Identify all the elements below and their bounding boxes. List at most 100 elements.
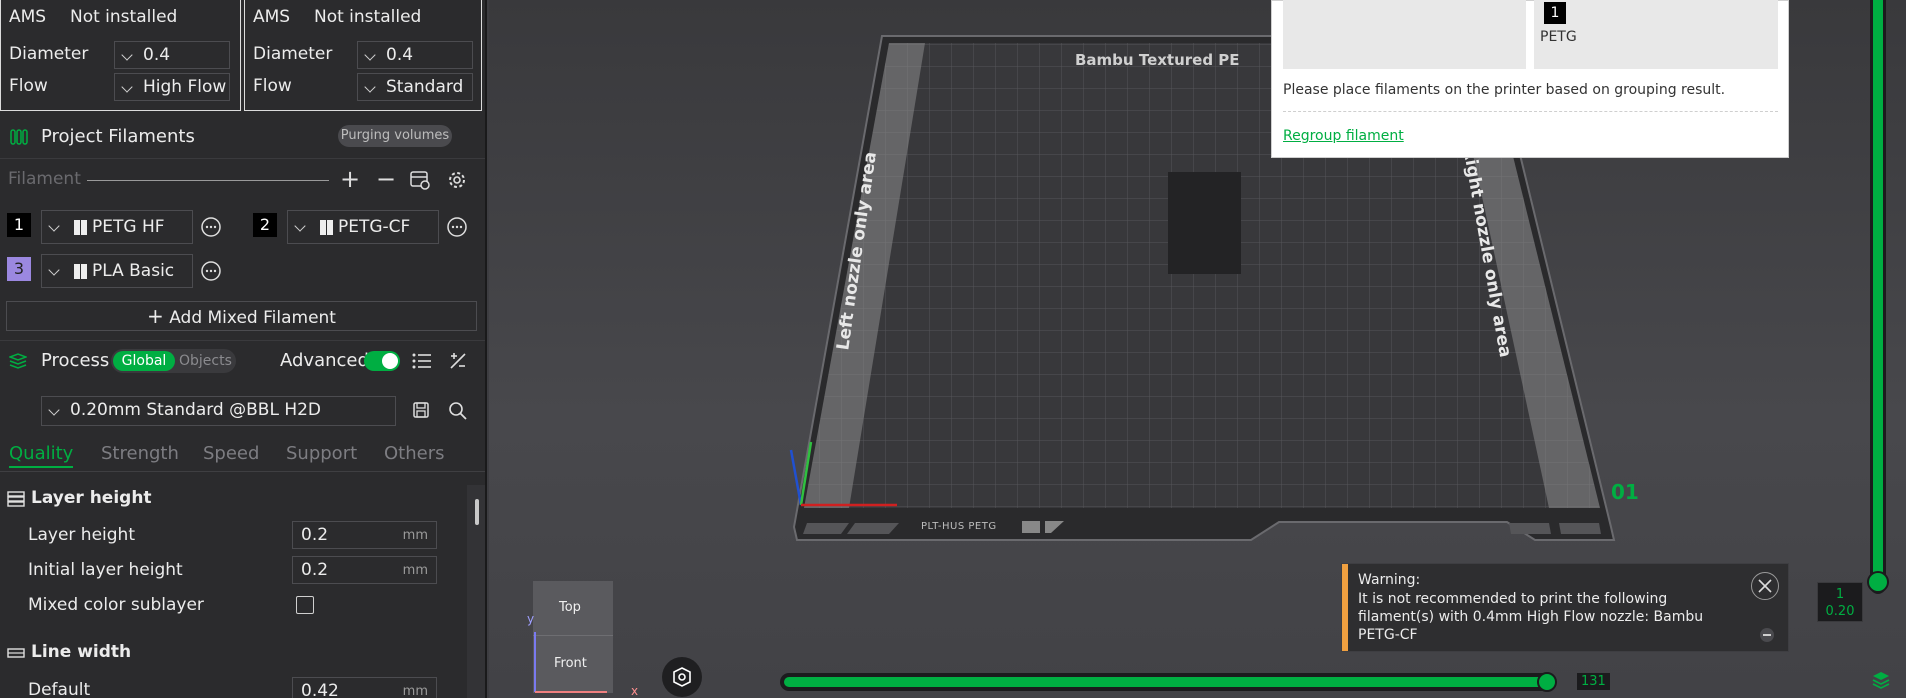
save-icon[interactable] <box>412 401 430 419</box>
project-filaments-title: Project Filaments <box>41 126 195 147</box>
switch-knob <box>382 353 398 369</box>
camera-icon <box>673 667 691 687</box>
process-header: Process Global Objects Advanced <box>0 340 485 380</box>
setting-label: Layer height <box>28 525 135 545</box>
filament-icon <box>10 129 28 145</box>
ams-status: Not installed <box>70 7 178 27</box>
tab-speed[interactable]: Speed <box>203 443 259 464</box>
filament-grouping-popup: 1 PETG Please place filaments on the pri… <box>1271 0 1789 158</box>
layer-move-slider[interactable] <box>780 672 1557 692</box>
advanced-switch[interactable] <box>364 351 400 371</box>
diameter-select-left[interactable]: 0.4 <box>114 41 230 69</box>
filament-swatch-icon <box>74 220 87 235</box>
layer-height-value: 0.20 <box>1825 604 1855 619</box>
axis-x-label: x <box>631 684 639 698</box>
chevron-down-icon <box>121 81 133 93</box>
vertical-slider-fill <box>1873 0 1883 582</box>
chevron-down-icon <box>48 220 60 232</box>
toggle-global[interactable]: Global <box>113 351 175 371</box>
layer-slider-vertical[interactable] <box>1867 0 1889 594</box>
chevron-down-icon <box>364 81 376 93</box>
settings-scrollbar[interactable] <box>467 485 485 698</box>
diameter-select-right[interactable]: 0.4 <box>357 41 473 69</box>
filament-select[interactable]: PETG HF <box>41 210 193 244</box>
warning-body: It is not recommended to print the follo… <box>1358 591 1704 643</box>
close-button[interactable] <box>1751 572 1779 600</box>
filament-swatch-icon <box>74 264 87 279</box>
layer-number: 1 <box>1835 587 1845 602</box>
minus-icon <box>1763 634 1771 636</box>
axis-y-label: y <box>527 612 535 626</box>
sidebar: AMS Not installed Diameter 0.4 Flow High… <box>0 0 487 698</box>
setting-label: Default <box>28 680 91 698</box>
close-icon <box>1758 579 1772 593</box>
plate-tag: PLT-HUS PETG <box>921 521 997 532</box>
slider-thumb[interactable] <box>1537 672 1557 692</box>
setting-label: Initial layer height <box>28 560 183 580</box>
chevron-down-icon <box>121 49 133 61</box>
filament-number: 2 <box>253 213 277 237</box>
ams-label: AMS <box>9 7 47 27</box>
warning-accent-bar <box>1342 564 1348 651</box>
filament-sync-icon[interactable] <box>409 170 431 190</box>
setting-label: Mixed color sublayer <box>28 595 204 615</box>
filament-select[interactable]: PETG-CF <box>287 210 439 244</box>
collapse-button[interactable] <box>1760 628 1774 642</box>
filament-select[interactable]: PLA Basic <box>41 254 193 288</box>
tab-others[interactable]: Others <box>384 443 445 464</box>
scrollbar-thumb[interactable] <box>475 499 479 525</box>
layer-height-input[interactable]: 0.2 mm <box>292 521 437 549</box>
slider-fill <box>784 677 1548 687</box>
tab-quality[interactable]: Quality <box>9 443 74 468</box>
chevron-down-icon <box>364 49 376 61</box>
mixed-color-sublayer-checkbox[interactable] <box>296 596 314 614</box>
camera-button[interactable] <box>662 657 702 697</box>
group-title-layer-height: Layer height <box>31 488 152 508</box>
tabs-divider <box>0 471 485 472</box>
slot-number: 1 <box>1544 2 1566 24</box>
add-filament-button[interactable]: + <box>340 165 360 193</box>
flow-select-left[interactable]: High Flow <box>114 73 230 101</box>
flow-select-right[interactable]: Standard <box>357 73 473 101</box>
chevron-down-icon <box>48 404 60 416</box>
plus-icon: + <box>147 304 164 328</box>
divider <box>87 180 329 181</box>
list-icon[interactable] <box>412 352 432 370</box>
grouping-message: Please place filaments on the printer ba… <box>1283 82 1726 98</box>
chevron-down-icon <box>294 220 306 232</box>
diameter-label: Diameter <box>9 44 89 64</box>
ams-label: AMS <box>253 7 291 27</box>
group-title-line-width: Line width <box>31 642 132 662</box>
toggle-objects[interactable]: Objects <box>179 351 232 371</box>
layers-icon[interactable] <box>1871 670 1891 690</box>
filament-label: Filament <box>8 169 81 189</box>
regroup-filament-link[interactable]: Regroup filament <box>1283 128 1404 144</box>
tab-strength[interactable]: Strength <box>101 443 179 464</box>
warning-notification: Warning: It is not recommended to print … <box>1341 563 1789 652</box>
popup-divider <box>1283 111 1778 112</box>
gear-icon[interactable] <box>447 170 467 190</box>
add-mixed-filament-button[interactable]: + Add Mixed Filament <box>6 301 477 331</box>
more-options-icon[interactable] <box>200 260 222 282</box>
tab-support[interactable]: Support <box>286 443 357 464</box>
search-icon[interactable] <box>448 401 468 421</box>
more-options-icon[interactable] <box>200 216 222 238</box>
global-objects-toggle[interactable]: Global Objects <box>111 349 236 373</box>
remove-filament-button[interactable]: − <box>376 165 396 193</box>
process-title: Process <box>41 350 110 371</box>
compare-icon[interactable] <box>448 351 468 371</box>
plate-number: 01 <box>1611 480 1639 504</box>
purging-volumes-button[interactable]: Purging volumes <box>338 125 452 147</box>
vertical-slider-thumb[interactable] <box>1867 571 1889 593</box>
filament-toolbar: Filament + − <box>0 158 485 198</box>
ams-left-panel: AMS Not installed Diameter 0.4 Flow High… <box>0 0 241 111</box>
filament-number: 3 <box>7 257 31 281</box>
ams-status: Not installed <box>314 7 422 27</box>
layer-indicator: 1 0.20 <box>1817 582 1863 622</box>
more-options-icon[interactable] <box>446 216 468 238</box>
default-line-width-input[interactable]: 0.42 mm <box>292 677 437 698</box>
initial-layer-height-input[interactable]: 0.2 mm <box>292 556 437 584</box>
nozzle-group-left <box>1283 0 1526 69</box>
process-preset-select[interactable]: 0.20mm Standard @BBL H2D <box>41 396 396 426</box>
diameter-label: Diameter <box>253 44 333 64</box>
